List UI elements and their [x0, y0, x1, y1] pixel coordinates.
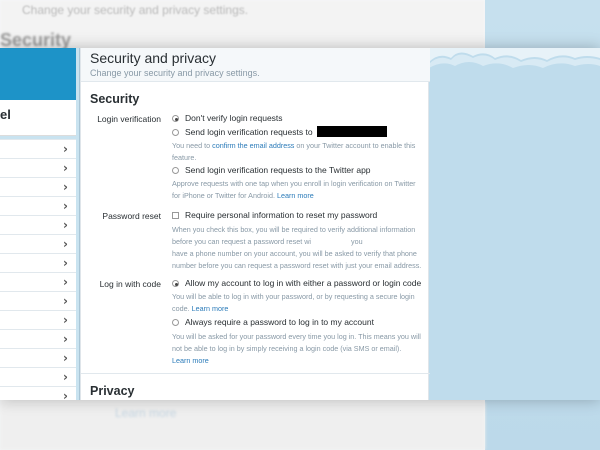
settings-nav-item[interactable]: › [0, 197, 76, 216]
login-verification-help: You need to confirm the email address on… [172, 140, 422, 164]
option-always-require-password[interactable]: Always require a password to log in to m… [172, 317, 374, 327]
radio-button[interactable] [172, 129, 179, 136]
help-text: You need to [172, 141, 213, 150]
redacted-phone-number [316, 126, 387, 137]
profile-card[interactable]: el [0, 100, 76, 136]
chevron-right-icon: › [63, 370, 68, 384]
help-text: You will be asked for your password ever… [172, 332, 421, 353]
login-verification-label: Login verification [97, 114, 161, 124]
help-text-line: before you can request a password reset … [172, 236, 422, 248]
profile-name: el [0, 107, 11, 122]
option-send-requests-app[interactable]: Send login verification requests to the … [172, 165, 371, 175]
radio-button[interactable] [172, 319, 179, 326]
help-text: number before you can request a password… [172, 261, 422, 270]
chevron-right-icon: › [63, 218, 68, 232]
settings-nav-item[interactable]: › [0, 330, 76, 349]
section-divider [81, 373, 430, 374]
option-label: Don't verify login requests [185, 113, 283, 123]
radio-button[interactable] [172, 115, 179, 122]
background-footer [0, 402, 485, 450]
background-learn-more: Learn more [115, 406, 177, 420]
chevron-right-icon: › [63, 351, 68, 365]
chevron-right-icon: › [63, 142, 68, 156]
security-heading: Security [90, 92, 140, 106]
chevron-right-icon: › [63, 332, 68, 346]
settings-nav-item[interactable]: › [0, 387, 76, 400]
option-require-personal-info[interactable]: Require personal information to reset my… [172, 210, 377, 220]
settings-nav-item[interactable]: › [0, 159, 76, 178]
clouds-decoration [429, 48, 600, 68]
chevron-right-icon: › [63, 199, 68, 213]
learn-more-link[interactable]: Learn more [192, 304, 229, 313]
option-label: Require personal information to reset my… [185, 210, 378, 220]
chevron-right-icon: › [63, 161, 68, 175]
help-text: When you check this box, you will be req… [172, 225, 416, 234]
chevron-right-icon: › [63, 256, 68, 270]
background-subtitle: Change your security and privacy setting… [22, 3, 249, 17]
settings-nav: › › › › › › › › › › › › › › [0, 139, 76, 400]
option-allow-password-or-code[interactable]: Allow my account to log in with either a… [172, 278, 421, 288]
settings-nav-item[interactable]: › [0, 311, 76, 330]
login-with-code-label: Log in with code [99, 279, 161, 289]
help-text: before you can request a password reset … [172, 237, 312, 246]
twitter-app-help: Approve requests with one tap when you e… [172, 178, 422, 202]
page-subtitle: Change your security and privacy setting… [90, 68, 260, 78]
settings-nav-item[interactable]: › [0, 368, 76, 387]
left-sidebar: el › › › › › › › › › › › › › › [0, 48, 80, 400]
password-reset-help: When you check this box, you will be req… [172, 224, 422, 272]
settings-nav-item[interactable]: › [0, 140, 76, 159]
chevron-right-icon: › [63, 389, 68, 400]
settings-nav-item[interactable]: › [0, 178, 76, 197]
option-label: Send login verification requests to the … [185, 165, 371, 175]
settings-nav-item[interactable]: › [0, 235, 76, 254]
page-title: Security and privacy [90, 50, 217, 66]
login-code-help: You will be able to log in with your pas… [172, 291, 422, 315]
learn-more-link[interactable]: Learn more [172, 356, 209, 365]
privacy-heading: Privacy [90, 384, 135, 398]
settings-panel: Security and privacy Change your securit… [80, 48, 430, 400]
option-label: Allow my account to log in with either a… [185, 278, 422, 288]
option-send-requests-phone[interactable]: Send login verification requests to [172, 126, 387, 137]
chevron-right-icon: › [63, 313, 68, 327]
obscured-text [311, 236, 352, 244]
settings-nav-item[interactable]: › [0, 292, 76, 311]
checkbox[interactable] [172, 212, 179, 219]
radio-button[interactable] [172, 167, 179, 174]
chevron-right-icon: › [63, 180, 68, 194]
settings-nav-item[interactable]: › [0, 349, 76, 368]
require-password-help: You will be asked for your password ever… [172, 331, 422, 367]
chevron-right-icon: › [63, 294, 68, 308]
chevron-right-icon: › [63, 275, 68, 289]
learn-more-link[interactable]: Learn more [277, 191, 314, 200]
help-text: you [351, 237, 363, 246]
password-reset-label: Password reset [102, 211, 161, 221]
profile-banner [0, 48, 76, 100]
settings-nav-item[interactable]: › [0, 254, 76, 273]
panel-header: Security and privacy Change your securit… [81, 48, 430, 82]
chevron-right-icon: › [63, 237, 68, 251]
confirm-email-link[interactable]: confirm the email address [212, 141, 294, 150]
zoomed-settings-card: el › › › › › › › › › › › › › › Security … [0, 48, 600, 400]
option-label: Send login verification requests to [185, 127, 313, 137]
radio-button[interactable] [172, 280, 179, 287]
help-text: have a phone number on your account, you… [172, 249, 417, 258]
settings-nav-item[interactable]: › [0, 216, 76, 235]
settings-nav-item[interactable]: › [0, 273, 76, 292]
option-dont-verify[interactable]: Don't verify login requests [172, 113, 283, 123]
option-label: Always require a password to log in to m… [185, 317, 374, 327]
